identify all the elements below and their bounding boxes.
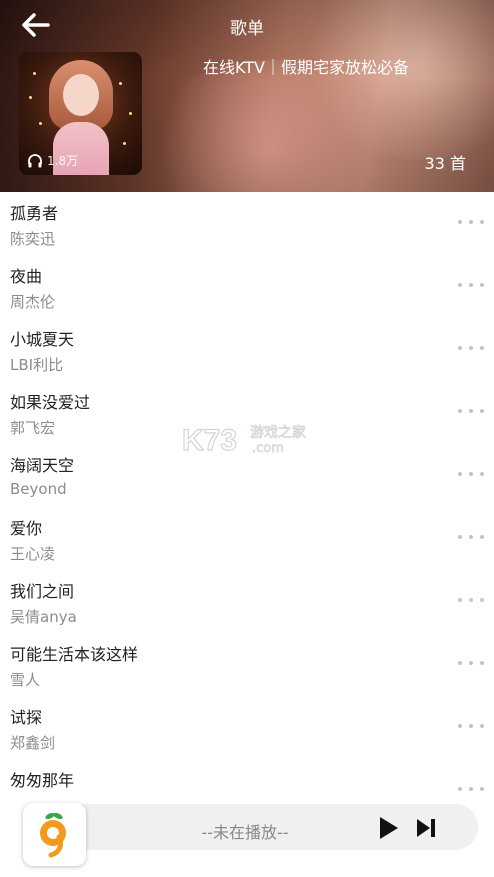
song-title: 爱你 <box>10 519 43 538</box>
next-icon <box>417 819 435 837</box>
song-item[interactable]: 如果没爱过 郭飞宏 <box>0 381 494 444</box>
song-artist: 雪人 <box>10 671 41 689</box>
more-dots-icon[interactable] <box>458 781 484 797</box>
more-dots-icon[interactable] <box>458 466 484 482</box>
app-logo-icon[interactable] <box>23 803 86 866</box>
song-artist: 吴倩anya <box>10 608 77 626</box>
song-artist: 郭飞宏 <box>10 419 56 437</box>
song-artist: LBI利比 <box>10 356 64 374</box>
song-title: 孤勇者 <box>10 204 59 223</box>
play-count-value: 1.8万 <box>47 154 79 168</box>
song-artist: 郑鑫剑 <box>10 734 56 752</box>
song-title: 夜曲 <box>10 267 43 286</box>
playlist-header: 歌单 1.8万 在线KTV｜假期宅家放松必备 33 首 <box>0 0 494 192</box>
more-dots-icon[interactable] <box>458 277 484 293</box>
play-button[interactable] <box>378 816 400 840</box>
song-item[interactable]: 海阔天空 Beyond <box>0 444 494 507</box>
now-playing-status: --未在播放-- <box>201 823 289 842</box>
more-dots-icon[interactable] <box>458 340 484 356</box>
song-item[interactable]: 试探 郑鑫剑 <box>0 696 494 759</box>
song-title: 小城夏天 <box>10 330 75 349</box>
more-dots-icon[interactable] <box>458 592 484 608</box>
more-dots-icon[interactable] <box>458 403 484 419</box>
playlist-name: 在线KTV｜假期宅家放松必备 <box>203 58 409 77</box>
playlist-cover-image[interactable]: 1.8万 <box>19 52 142 175</box>
song-item[interactable]: 我们之间 吴倩anya <box>0 570 494 633</box>
song-item[interactable]: 爱你 王心凌 <box>0 507 494 570</box>
song-title: 我们之间 <box>10 582 75 601</box>
song-item[interactable]: 可能生活本该这样 雪人 <box>0 633 494 696</box>
mini-player: --未在播放-- <box>0 796 494 877</box>
song-artist: 周杰伦 <box>10 293 56 311</box>
song-artist: Beyond <box>10 480 67 498</box>
song-title: 匆匆那年 <box>10 771 75 790</box>
song-count: 33 首 <box>424 154 466 173</box>
page-title: 歌单 <box>230 19 264 39</box>
song-artist: 王心凌 <box>10 545 56 563</box>
song-title: 可能生活本该这样 <box>10 645 139 664</box>
more-dots-icon[interactable] <box>458 529 484 545</box>
more-dots-icon[interactable] <box>458 718 484 734</box>
play-count: 1.8万 <box>27 152 78 169</box>
song-artist: 陈奕迅 <box>10 230 56 248</box>
next-button[interactable] <box>416 818 438 838</box>
song-list: 孤勇者 陈奕迅 夜曲 周杰伦 小城夏天 LBI利比 如果没爱过 郭飞宏 海阔天空… <box>0 192 494 822</box>
song-item[interactable]: 孤勇者 陈奕迅 <box>0 192 494 255</box>
play-icon <box>380 817 398 839</box>
song-title: 海阔天空 <box>10 456 75 475</box>
song-item[interactable]: 小城夏天 LBI利比 <box>0 318 494 381</box>
song-item[interactable]: 夜曲 周杰伦 <box>0 255 494 318</box>
song-title: 如果没爱过 <box>10 393 91 412</box>
song-title: 试探 <box>10 708 43 727</box>
headphone-icon <box>28 153 42 167</box>
more-dots-icon[interactable] <box>458 214 484 230</box>
more-dots-icon[interactable] <box>458 655 484 671</box>
